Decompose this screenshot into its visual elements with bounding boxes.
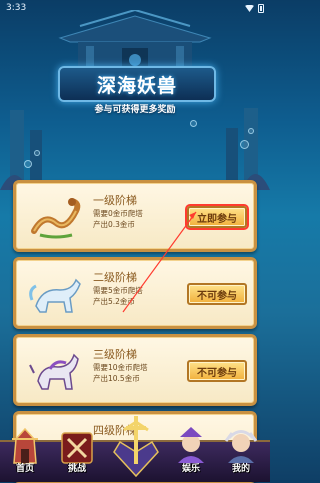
nav-item-home[interactable]: 首页 bbox=[2, 418, 48, 478]
unavailable-button[interactable]: 不可参与 bbox=[187, 283, 247, 305]
tier-requirement: 需要10金币爬塔 bbox=[93, 363, 148, 372]
tier-card-1: 一级阶梯 需要0金币爬塔 产出0.3金币 立即参与 bbox=[13, 180, 257, 252]
bubble bbox=[34, 150, 40, 156]
tier-title: 一级阶梯 bbox=[93, 194, 137, 207]
tier-output: 产出5.2金币 bbox=[93, 297, 135, 306]
dark-beast-icon bbox=[29, 353, 79, 390]
tower-icon bbox=[12, 427, 38, 464]
battery-icon bbox=[258, 3, 264, 13]
nav-item-challenge[interactable]: 挑战 bbox=[54, 418, 100, 478]
ice-wolf-icon bbox=[29, 278, 81, 313]
tier-title: 二级阶梯 bbox=[93, 271, 137, 284]
wifi-icon bbox=[245, 4, 254, 12]
wizard-icon bbox=[178, 427, 204, 463]
tier-requirement: 需要0金币爬塔 bbox=[93, 209, 143, 218]
nav-item-center[interactable] bbox=[108, 412, 164, 478]
tier-output: 产出10.5金币 bbox=[93, 374, 140, 383]
bottom-nav: 首页 挑战 娱乐 我的 bbox=[0, 416, 270, 482]
bubble bbox=[24, 160, 32, 168]
status-time: 3:33 bbox=[6, 3, 27, 13]
bubble bbox=[240, 140, 249, 149]
battle-icon bbox=[61, 432, 93, 464]
bubble bbox=[248, 128, 254, 134]
tier-card-3: 三级阶梯 需要10金币爬塔 产出10.5金币 不可参与 bbox=[13, 334, 257, 406]
tier-title: 三级阶梯 bbox=[93, 348, 137, 361]
nav-label: 我的 bbox=[231, 464, 250, 474]
unavailable-button[interactable]: 不可参与 bbox=[187, 360, 247, 382]
nav-label: 娱乐 bbox=[181, 464, 200, 474]
tier-requirement: 需要5金币爬塔 bbox=[93, 286, 143, 295]
trident-emblem-icon bbox=[113, 416, 159, 478]
sea-serpent-icon bbox=[31, 198, 81, 239]
nav-label: 首页 bbox=[15, 464, 34, 474]
nav-label: 挑战 bbox=[67, 464, 86, 474]
tier-card-2: 二级阶梯 需要5金币爬塔 产出5.2金币 不可参与 bbox=[13, 257, 257, 329]
page-title: 深海妖兽 bbox=[96, 74, 177, 97]
bubble bbox=[190, 120, 197, 127]
title-banner: 深海妖兽 bbox=[58, 66, 216, 102]
nav-item-entertainment[interactable]: 娱乐 bbox=[168, 418, 214, 478]
join-now-button[interactable]: 立即参与 bbox=[187, 206, 247, 228]
nav-item-mine[interactable]: 我的 bbox=[218, 418, 264, 478]
page-subtitle: 参与可获得更多奖励 bbox=[94, 105, 176, 115]
tier-output: 产出0.3金币 bbox=[93, 220, 135, 229]
warrior-icon bbox=[224, 430, 258, 463]
